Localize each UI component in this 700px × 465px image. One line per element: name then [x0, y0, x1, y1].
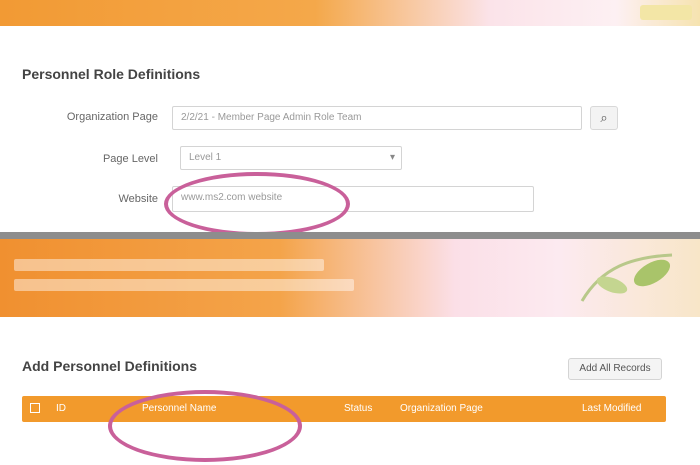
select-all-checkbox[interactable]	[30, 403, 40, 413]
page-level-label: Page Level	[102, 153, 158, 165]
search-icon[interactable]: ⌕	[590, 106, 618, 130]
banner-line	[14, 279, 354, 291]
column-header-name[interactable]: Personnel Name	[142, 403, 216, 414]
website-input[interactable]: www.ms2.com website	[172, 186, 534, 212]
add-all-records-button[interactable]: Add All Records	[568, 358, 662, 380]
page-level-select[interactable]: Level 1 ▾	[180, 146, 402, 170]
website-label: Website	[118, 193, 158, 205]
banner-line	[14, 259, 324, 271]
column-header-status[interactable]: Status	[344, 403, 372, 414]
page-level-value: Level 1	[189, 152, 222, 163]
brand-logo	[640, 5, 692, 20]
organization-page-input[interactable]: 2/2/21 - Member Page Admin Role Team	[172, 106, 582, 130]
column-header-last-modified[interactable]: Last Modified	[582, 403, 641, 414]
section-title-role-definitions: Personnel Role Definitions	[22, 66, 201, 82]
organization-page-label: Organization Page	[66, 111, 158, 123]
leaf-illustration	[580, 253, 673, 302]
info-banner	[0, 239, 700, 317]
table-header: ID Personnel Name Status Organization Pa…	[22, 396, 666, 422]
chevron-down-icon: ▾	[389, 152, 395, 163]
section-title-add-personnel: Add Personnel Definitions	[22, 358, 198, 374]
column-header-page[interactable]: Organization Page	[400, 403, 483, 414]
top-banner	[0, 0, 700, 26]
column-header-id[interactable]: ID	[56, 403, 66, 414]
section-divider	[0, 232, 700, 239]
